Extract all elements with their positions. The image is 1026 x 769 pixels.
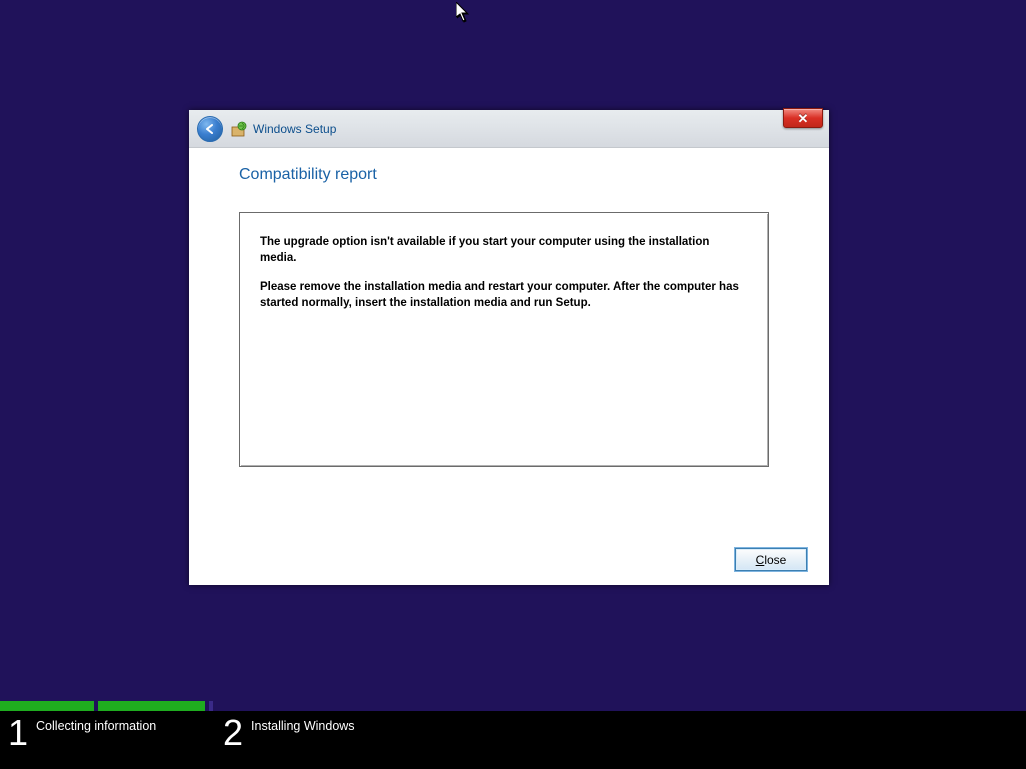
step-2: 2 Installing Windows [215,715,355,751]
progress-strip [0,701,1026,711]
setup-icon [231,121,247,137]
progress-seg-1 [0,701,94,711]
step-1-number: 1 [8,715,28,751]
back-button[interactable] [197,116,223,142]
mouse-cursor [456,2,472,22]
window-close-button[interactable]: ✕ [783,108,823,128]
steps-bar: 1 Collecting information 2 Installing Wi… [0,711,1026,769]
dialog-footer: Close [735,548,807,571]
progress-remaining [213,701,1026,711]
step-1-label: Collecting information [36,715,156,733]
step-1: 1 Collecting information [0,715,215,751]
setup-dialog: Windows Setup ✕ Compatibility report The… [189,110,829,585]
step-2-number: 2 [223,715,243,751]
page-title: Compatibility report [239,166,789,184]
close-icon: ✕ [798,112,809,125]
dialog-title: Windows Setup [253,122,336,136]
close-button-rest: lose [764,553,786,567]
dialog-content: Compatibility report The upgrade option … [189,148,829,467]
desktop-background: Windows Setup ✕ Compatibility report The… [0,0,1026,769]
dialog-titlebar: Windows Setup ✕ [189,110,829,148]
report-paragraph-1: The upgrade option isn't available if yo… [260,235,748,266]
progress-seg-2 [98,701,205,711]
report-paragraph-2: Please remove the installation media and… [260,280,748,311]
close-button[interactable]: Close [735,548,807,571]
compatibility-report-box: The upgrade option isn't available if yo… [239,212,769,467]
step-2-label: Installing Windows [251,715,355,733]
